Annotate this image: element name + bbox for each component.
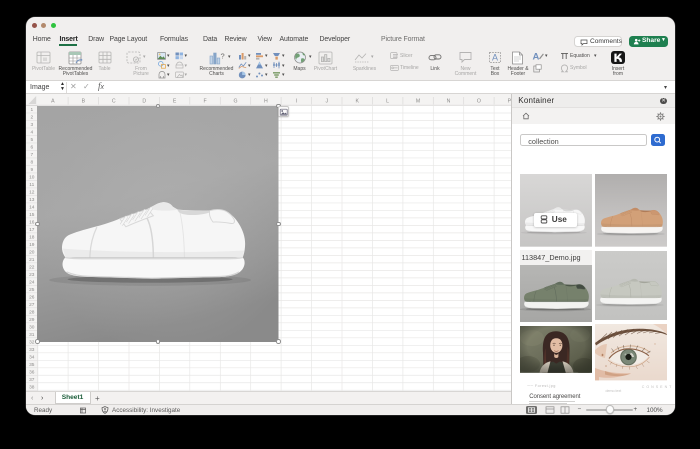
svg-text:27: 27 — [29, 302, 35, 308]
svg-text:11: 11 — [29, 182, 34, 188]
svg-text:16: 16 — [29, 220, 35, 226]
svg-text:L: L — [386, 98, 389, 104]
svg-text:N: N — [447, 98, 451, 104]
svg-text:A: A — [51, 98, 55, 104]
svg-text:12: 12 — [29, 190, 35, 196]
svg-text:5: 5 — [30, 137, 33, 143]
svg-text:B: B — [82, 98, 86, 104]
svg-text:38: 38 — [29, 384, 35, 390]
svg-text:33: 33 — [29, 347, 35, 353]
svg-text:1: 1 — [30, 107, 33, 113]
svg-text:K: K — [355, 98, 359, 104]
svg-text:9: 9 — [30, 167, 33, 173]
svg-text:A: A — [492, 53, 498, 63]
svg-text:6: 6 — [30, 145, 33, 151]
svg-text:32: 32 — [29, 339, 35, 345]
svg-text:H: H — [264, 98, 268, 104]
svg-text:M: M — [416, 98, 420, 104]
svg-text:18: 18 — [29, 234, 35, 240]
svg-text:10: 10 — [29, 175, 35, 181]
svg-text:A: A — [533, 52, 540, 62]
svg-text:22: 22 — [29, 264, 35, 270]
svg-text:E: E — [173, 98, 177, 104]
svg-text:20: 20 — [29, 249, 35, 255]
svg-text:I: I — [296, 98, 297, 104]
svg-text:37: 37 — [29, 377, 35, 383]
svg-text:19: 19 — [29, 242, 35, 248]
svg-text:23: 23 — [29, 272, 35, 278]
svg-text:31: 31 — [29, 332, 35, 338]
svg-text:O: O — [477, 98, 481, 104]
svg-text:26: 26 — [29, 294, 35, 300]
svg-text:D: D — [142, 98, 146, 104]
svg-text:3: 3 — [30, 122, 33, 128]
svg-text:G: G — [233, 98, 237, 104]
svg-text:28: 28 — [29, 309, 35, 315]
svg-text:36: 36 — [29, 369, 35, 375]
svg-text:?: ? — [221, 51, 225, 60]
svg-text:35: 35 — [29, 362, 35, 368]
svg-text:8: 8 — [30, 160, 33, 166]
svg-text:24: 24 — [29, 279, 35, 285]
svg-text:17: 17 — [29, 227, 35, 233]
svg-text:34: 34 — [29, 354, 35, 360]
svg-text:21: 21 — [29, 257, 35, 263]
svg-text:C: C — [112, 98, 116, 104]
svg-text:29: 29 — [29, 317, 35, 323]
svg-text:2: 2 — [30, 115, 33, 121]
svg-text:J: J — [326, 98, 329, 104]
svg-text:30: 30 — [29, 324, 35, 330]
svg-text:7: 7 — [30, 152, 33, 158]
svg-text:4: 4 — [30, 130, 33, 136]
svg-text:15: 15 — [29, 212, 35, 218]
svg-text:13: 13 — [29, 197, 35, 203]
svg-text:25: 25 — [29, 287, 35, 293]
svg-text:F: F — [204, 98, 207, 104]
svg-text:14: 14 — [29, 205, 35, 211]
